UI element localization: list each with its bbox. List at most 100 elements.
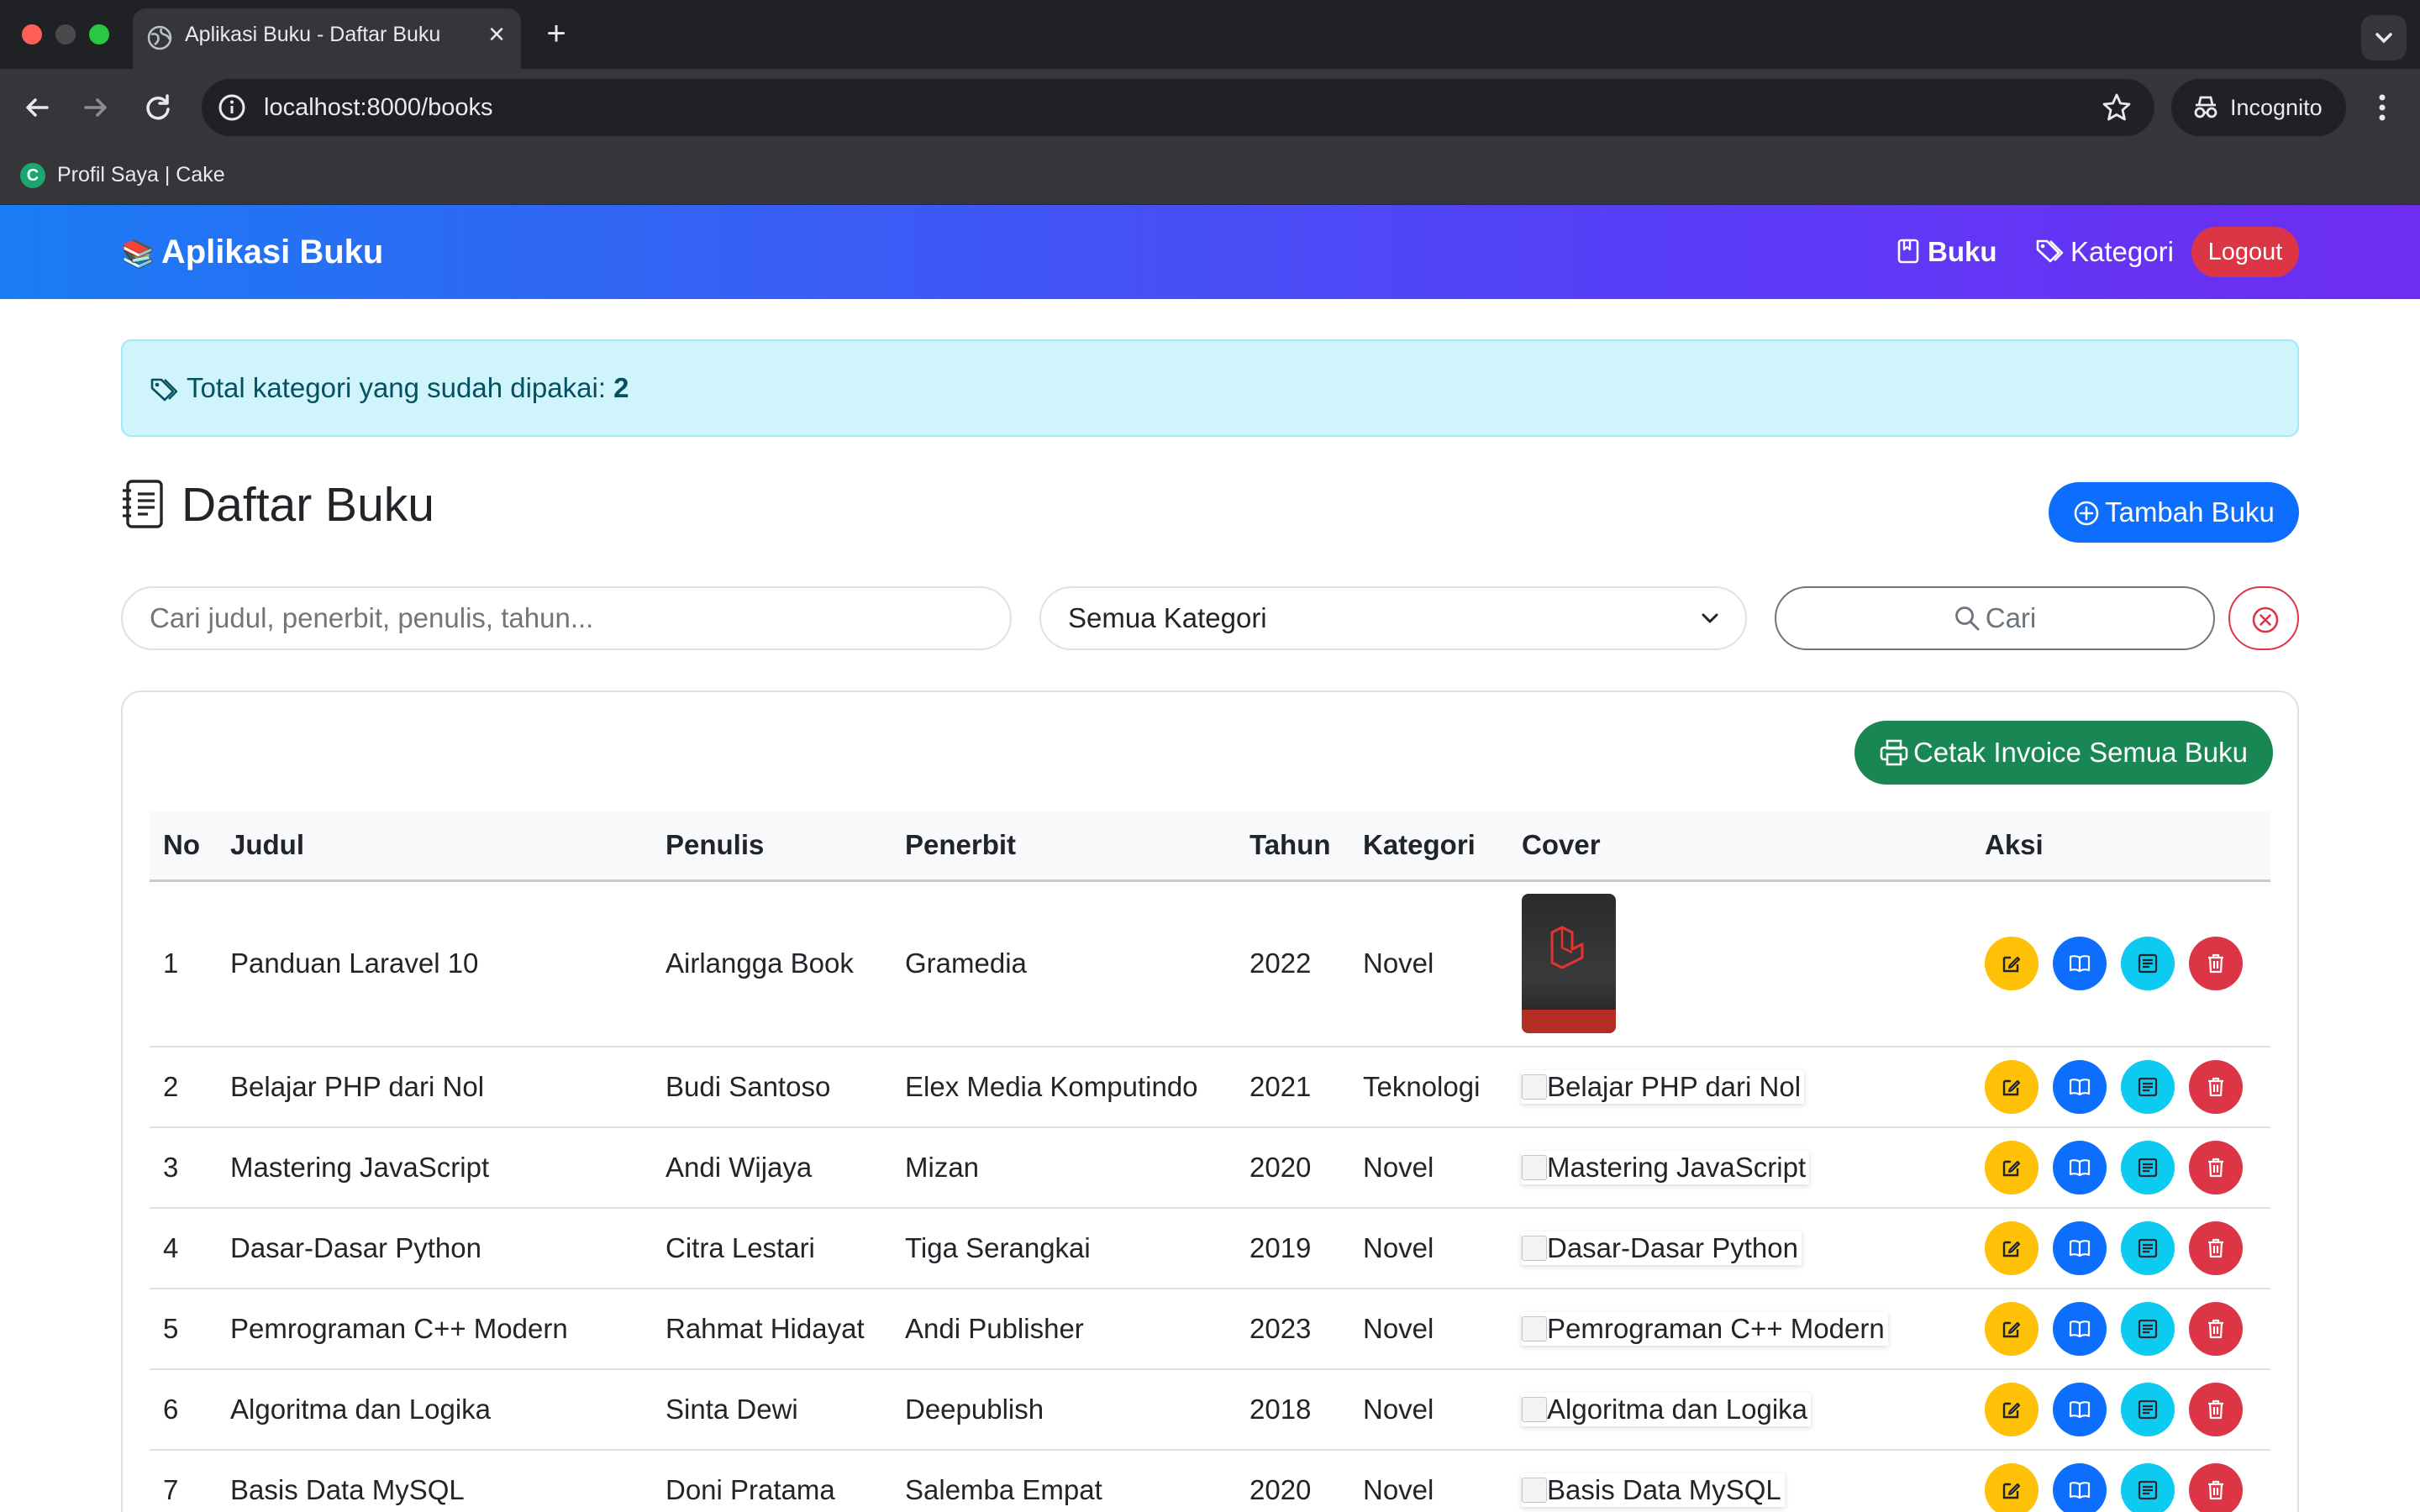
chevron-down-icon (1702, 613, 1718, 623)
trash-icon (2208, 1238, 2223, 1258)
cell-kategori: Teknologi (1349, 1047, 1508, 1128)
browser-tab-active[interactable]: Aplikasi Buku - Daftar Buku × (133, 8, 521, 69)
journal-icon (2138, 1480, 2158, 1500)
site-info-icon[interactable] (217, 92, 247, 123)
forward-arrow-icon[interactable] (77, 89, 114, 126)
address-bar[interactable]: localhost:8000/books (202, 79, 2154, 136)
edit-button[interactable] (1985, 1302, 2039, 1356)
detail-button[interactable] (2121, 1141, 2175, 1194)
broken-cover-image: Mastering JavaScript (1522, 1151, 1809, 1184)
nav-link-buku[interactable]: Buku (1896, 205, 1997, 299)
bookmark-star-icon[interactable] (2101, 92, 2133, 123)
cover-alt-text: Mastering JavaScript (1547, 1152, 1807, 1183)
trash-icon (2208, 1480, 2223, 1500)
tab-search-button[interactable] (2361, 15, 2407, 60)
cell-no: 7 (150, 1450, 217, 1512)
cell-penerbit: Elex Media Komputindo (892, 1047, 1236, 1128)
nav-link-kategori[interactable]: Kategori (2035, 205, 2174, 299)
search-input[interactable] (121, 586, 1012, 650)
broken-image-icon (1522, 1478, 1547, 1503)
cell-cover: Dasar-Dasar Python (1508, 1208, 1971, 1289)
detail-button[interactable] (2121, 1221, 2175, 1275)
book-open-icon (2069, 1320, 2091, 1338)
read-button[interactable] (2053, 1383, 2107, 1436)
edit-button[interactable] (1985, 1221, 2039, 1275)
minimize-window-button[interactable] (55, 24, 76, 45)
reload-icon[interactable] (139, 89, 176, 126)
book-cover-image (1522, 894, 1616, 1034)
row-actions (1985, 1221, 2257, 1275)
broken-cover-image: Dasar-Dasar Python (1522, 1231, 1802, 1265)
edit-button[interactable] (1985, 1383, 2039, 1436)
alert-count: 2 (613, 372, 629, 403)
reset-filter-button[interactable] (2228, 586, 2299, 650)
tab-close-icon[interactable]: × (482, 20, 511, 49)
cell-tahun: 2023 (1236, 1289, 1349, 1370)
read-button[interactable] (2053, 937, 2107, 991)
back-arrow-icon[interactable] (18, 89, 55, 126)
search-button[interactable]: Cari (1775, 586, 2215, 650)
cell-no: 2 (150, 1047, 217, 1128)
edit-button[interactable] (1985, 1141, 2039, 1194)
table-row: 4 Dasar-Dasar Python Citra Lestari Tiga … (150, 1208, 2270, 1289)
incognito-indicator[interactable]: Incognito (2171, 79, 2346, 136)
book-open-icon (2069, 1079, 2091, 1096)
read-button[interactable] (2053, 1141, 2107, 1194)
print-invoice-button[interactable]: Cetak Invoice Semua Buku (1854, 721, 2273, 785)
detail-button[interactable] (2121, 1383, 2175, 1436)
read-button[interactable] (2053, 1463, 2107, 1512)
delete-button[interactable] (2189, 1060, 2243, 1114)
x-circle-icon (2252, 606, 2279, 633)
detail-button[interactable] (2121, 1302, 2175, 1356)
delete-button[interactable] (2189, 1463, 2243, 1512)
delete-button[interactable] (2189, 1141, 2243, 1194)
cell-cover: Basis Data MySQL (1508, 1450, 1971, 1512)
table-row: 5 Pemrograman C++ Modern Rahmat Hidayat … (150, 1289, 2270, 1370)
delete-button[interactable] (2189, 1221, 2243, 1275)
broken-image-icon (1522, 1155, 1547, 1180)
broken-cover-image: Basis Data MySQL (1522, 1473, 1785, 1507)
broken-image-icon (1522, 1397, 1547, 1422)
bookmark-profil-saya[interactable]: Profil Saya | Cake (57, 144, 225, 205)
brand-link[interactable]: 📚 Aplikasi Buku (121, 205, 383, 301)
cell-judul: Belajar PHP dari Nol (217, 1047, 652, 1128)
books-card: Cetak Invoice Semua Buku No Judul Penuli… (121, 690, 2299, 1512)
trash-icon (2208, 1399, 2223, 1420)
edit-button[interactable] (1985, 1463, 2039, 1512)
delete-button[interactable] (2189, 1383, 2243, 1436)
maximize-window-button[interactable] (89, 24, 109, 45)
edit-button[interactable] (1985, 1060, 2039, 1114)
read-button[interactable] (2053, 1221, 2107, 1275)
journal-text-icon (123, 480, 163, 528)
delete-button[interactable] (2189, 937, 2243, 991)
delete-button[interactable] (2189, 1302, 2243, 1356)
broken-image-icon (1522, 1316, 1547, 1341)
app-navbar: 📚 Aplikasi Buku Buku Kategori Logout (0, 205, 2420, 299)
add-book-button[interactable]: Tambah Buku (2049, 482, 2299, 543)
read-button[interactable] (2053, 1060, 2107, 1114)
trash-icon (2208, 1077, 2223, 1097)
broken-image-icon (1522, 1074, 1547, 1100)
add-book-label: Tambah Buku (2105, 496, 2275, 528)
detail-button[interactable] (2121, 1463, 2175, 1512)
cell-penulis: Rahmat Hidayat (652, 1289, 892, 1370)
journal-icon (2138, 1238, 2158, 1258)
tags-icon (150, 378, 178, 402)
category-select[interactable]: Semua Kategori (1039, 586, 1747, 650)
logout-button[interactable]: Logout (2191, 227, 2299, 277)
edit-button[interactable] (1985, 937, 2039, 991)
cell-no: 6 (150, 1369, 217, 1451)
table-row: 7 Basis Data MySQL Doni Pratama Salemba … (150, 1450, 2270, 1512)
new-tab-button[interactable]: + (538, 15, 575, 52)
detail-button[interactable] (2121, 1060, 2175, 1114)
detail-button[interactable] (2121, 937, 2175, 991)
cell-no: 5 (150, 1289, 217, 1370)
cell-penulis: Airlangga Book (652, 880, 892, 1047)
close-window-button[interactable] (22, 24, 42, 45)
journal-icon (2138, 1319, 2158, 1339)
cover-alt-text: Basis Data MySQL (1547, 1474, 1781, 1505)
more-menu-icon[interactable] (2370, 87, 2395, 128)
read-button[interactable] (2053, 1302, 2107, 1356)
incognito-icon (2194, 96, 2217, 118)
alert-label: Total kategori yang sudah dipakai: (187, 372, 606, 403)
